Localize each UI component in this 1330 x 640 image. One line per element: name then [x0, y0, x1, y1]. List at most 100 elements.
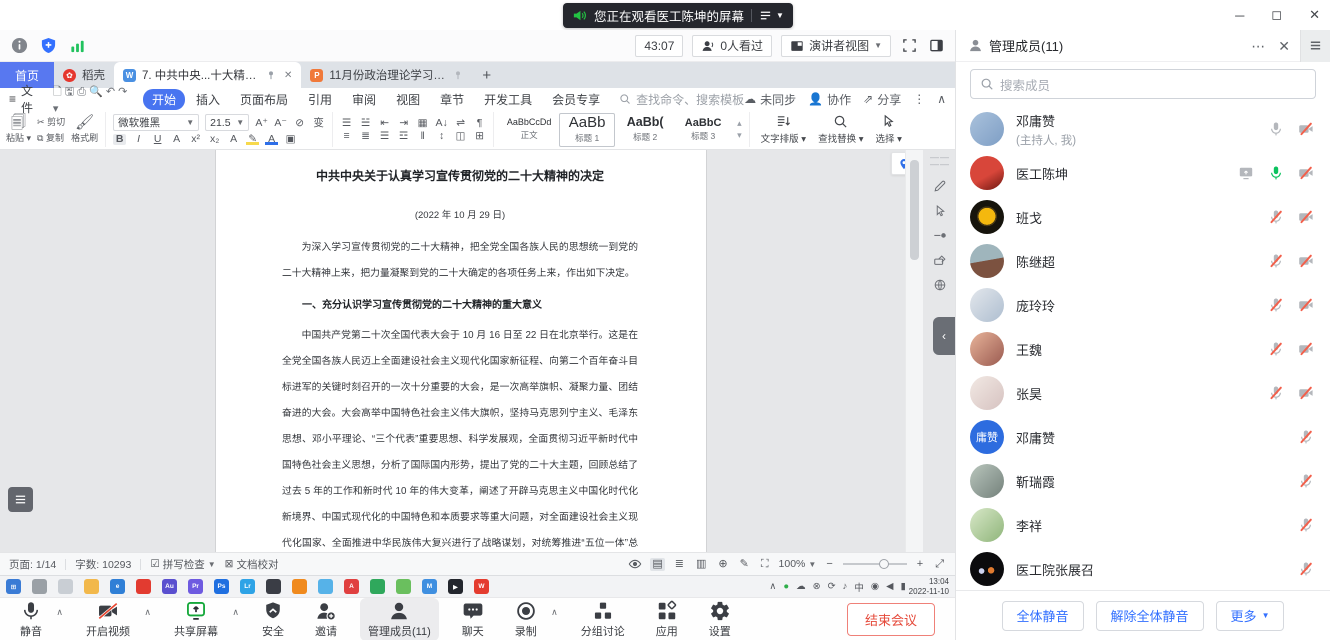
ribbon-tool-icon[interactable]: ☲ [397, 131, 410, 142]
view-web-icon[interactable]: ⊕ [716, 558, 729, 571]
style-cell[interactable]: AaBbCcDd正文 [501, 113, 557, 147]
chevron-up-icon[interactable]: ∧ [144, 607, 151, 618]
tray-icon[interactable]: ▮ [900, 581, 905, 592]
ribbon-tool-icon[interactable]: B [113, 134, 126, 145]
toolbar-members[interactable]: 管理成员(11) [360, 598, 439, 640]
ribbon-tool-icon[interactable]: A↓ [435, 118, 448, 129]
ribbon-tool-icon[interactable]: x₂ [208, 134, 221, 145]
camera-off-icon[interactable] [1298, 121, 1314, 137]
ribbon-tool-icon[interactable]: ⊘ [293, 118, 306, 129]
meeting-info-icon[interactable] [10, 37, 28, 55]
watching-banner[interactable]: 您正在观看医工陈坤的屏幕 ▼ [563, 3, 793, 28]
toolbar-apps[interactable]: 应用 [648, 598, 686, 640]
annotate-pen-icon[interactable] [933, 179, 947, 193]
ribbon-tool-icon[interactable]: ▦ [416, 118, 429, 129]
toolbar-share-screen[interactable]: 共享屏幕∧ [166, 598, 226, 640]
mic-icon[interactable] [1268, 121, 1284, 137]
end-meeting-button[interactable]: 结束会议 [847, 603, 935, 636]
minimize-button[interactable]: ─ [1235, 8, 1244, 23]
ribbon-tool-icon[interactable]: x² [189, 134, 202, 145]
toolbar-camera-off[interactable]: 开启视频∧ [78, 598, 138, 640]
member-row[interactable]: 李祥 [956, 503, 1330, 547]
wps-menu-tab[interactable]: 开发工具 [475, 89, 541, 110]
taskbar-app-icon[interactable] [266, 579, 281, 594]
ribbon-tool-icon[interactable]: U [151, 134, 164, 145]
close-tab-icon[interactable]: ✕ [284, 70, 292, 81]
wps-menu-tab[interactable]: 页面布局 [231, 89, 297, 110]
member-row[interactable]: 靳瑞霞 [956, 459, 1330, 503]
mic-muted-icon[interactable] [1268, 341, 1284, 357]
taskbar-app-icon[interactable] [84, 579, 99, 594]
style-cell[interactable]: AaBb标题 1 [559, 113, 615, 147]
toolbar-invite[interactable]: 邀请 [307, 598, 345, 640]
wps-menu-tab[interactable]: 开始 [143, 89, 185, 110]
wps-file-menu[interactable]: ≡文件 [9, 82, 43, 116]
wps-menu-tab[interactable]: 视图 [387, 89, 429, 110]
pin-icon[interactable] [266, 70, 276, 80]
font-name-select[interactable]: 微软雅黑▼ [113, 114, 199, 131]
tray-icon[interactable]: ● [783, 581, 789, 592]
tray-icon[interactable]: ∧ [769, 581, 776, 592]
chevron-up-icon[interactable]: ∧ [232, 607, 239, 618]
banner-list-icon[interactable] [759, 9, 772, 22]
ribbon-tool-icon[interactable]: ☱ [359, 118, 372, 129]
document-canvas[interactable]: 中共中央关于认真学习宣传贯彻党的二十大精神的决定 (2022 年 10 月 29… [0, 150, 955, 552]
camera-off-icon[interactable] [1298, 341, 1314, 357]
ribbon-tool-icon[interactable]: ▣ [284, 134, 297, 145]
tray-icon[interactable]: ◉ [871, 581, 879, 592]
font-size-select[interactable]: 21.5▼ [205, 114, 249, 131]
member-list-float-toggle[interactable] [8, 487, 33, 512]
view-page-icon[interactable]: ▤ [650, 558, 664, 571]
close-button[interactable]: ✕ [1309, 7, 1320, 23]
mic-muted-icon[interactable] [1268, 253, 1284, 269]
taskbar-app-icon[interactable]: M [422, 579, 437, 594]
taskbar-app-icon[interactable]: ▶ [448, 579, 463, 594]
toolbar-record[interactable]: 录制∧ [507, 598, 545, 640]
zoom-in-icon[interactable]: + [915, 558, 925, 571]
camera-off-icon[interactable] [1298, 297, 1314, 313]
member-row[interactable]: 医工院张展召 [956, 547, 1330, 591]
document-scrollbar[interactable] [905, 150, 923, 552]
taskbar-app-icon[interactable] [318, 579, 333, 594]
mic-muted-icon[interactable] [1298, 561, 1314, 577]
zoom-out-icon[interactable]: − [824, 558, 834, 571]
toolbar-breakout[interactable]: 分组讨论 [573, 598, 633, 640]
tray-icon[interactable]: ♪ [843, 581, 848, 592]
toolbar-shield[interactable]: 安全 [254, 598, 292, 640]
wps-menu-tab[interactable]: 会员专享 [543, 89, 609, 110]
eraser-icon[interactable] [933, 253, 947, 267]
ribbon-tool-icon[interactable]: ≡ [340, 131, 353, 142]
ribbon-tool-icon[interactable]: ☰ [340, 118, 353, 129]
text-layout-tool[interactable]: 文字排版 ▾ [761, 114, 806, 145]
ribbon-tool-icon[interactable]: I [132, 134, 145, 145]
member-search-input[interactable]: 搜索成员 [970, 69, 1316, 99]
quick-access-toolbar[interactable]: 🗋 🖫 ⎙ 🔍 ↶ ↷ ▾ [53, 83, 131, 115]
panel-close-icon[interactable]: ✕ [1278, 39, 1290, 53]
zoom-slider-knob[interactable] [879, 559, 889, 569]
wps-menu-tab[interactable]: 插入 [187, 89, 229, 110]
taskbar-app-icon[interactable]: W [474, 579, 489, 594]
ribbon-tool-icon[interactable]: ⇥ [397, 118, 410, 129]
mic-muted-icon[interactable] [1268, 209, 1284, 225]
panel-menu-toggle[interactable] [1300, 30, 1330, 62]
wps-tab-document[interactable]: W 7. 中共中央...十大精神的决定 ✕ [114, 62, 301, 88]
camera-off-icon[interactable] [1298, 209, 1314, 225]
ribbon-tool-icon[interactable]: ≣ [359, 131, 372, 142]
cursor-select-icon[interactable] [934, 204, 947, 217]
network-signal-icon[interactable] [68, 37, 86, 55]
taskbar-app-icon[interactable]: Ps [214, 579, 229, 594]
chevron-up-icon[interactable]: ∧ [56, 607, 63, 618]
member-row[interactable]: 班戈 [956, 195, 1330, 239]
taskbar-app-icon[interactable]: e [110, 579, 125, 594]
ribbon-tool-icon[interactable]: ↕ [435, 131, 448, 142]
camera-off-icon[interactable] [1298, 165, 1314, 181]
new-tab-button[interactable]: + [472, 62, 501, 88]
fit-page-icon[interactable]: ⛶ [759, 558, 771, 571]
taskbar-app-icon[interactable] [32, 579, 47, 594]
ribbon-tool-icon[interactable]: ☰ [378, 131, 391, 142]
more-menu-icon[interactable]: ⋮ [913, 92, 925, 106]
fullscreen-icon[interactable] [900, 37, 918, 55]
wps-tab-ppt[interactable]: P 11月份政治理论学习PPT.pptx [301, 62, 472, 88]
collaborate-button[interactable]: 👤协作 [808, 91, 851, 108]
panel-collapse-handle[interactable]: ‹ [933, 317, 955, 355]
